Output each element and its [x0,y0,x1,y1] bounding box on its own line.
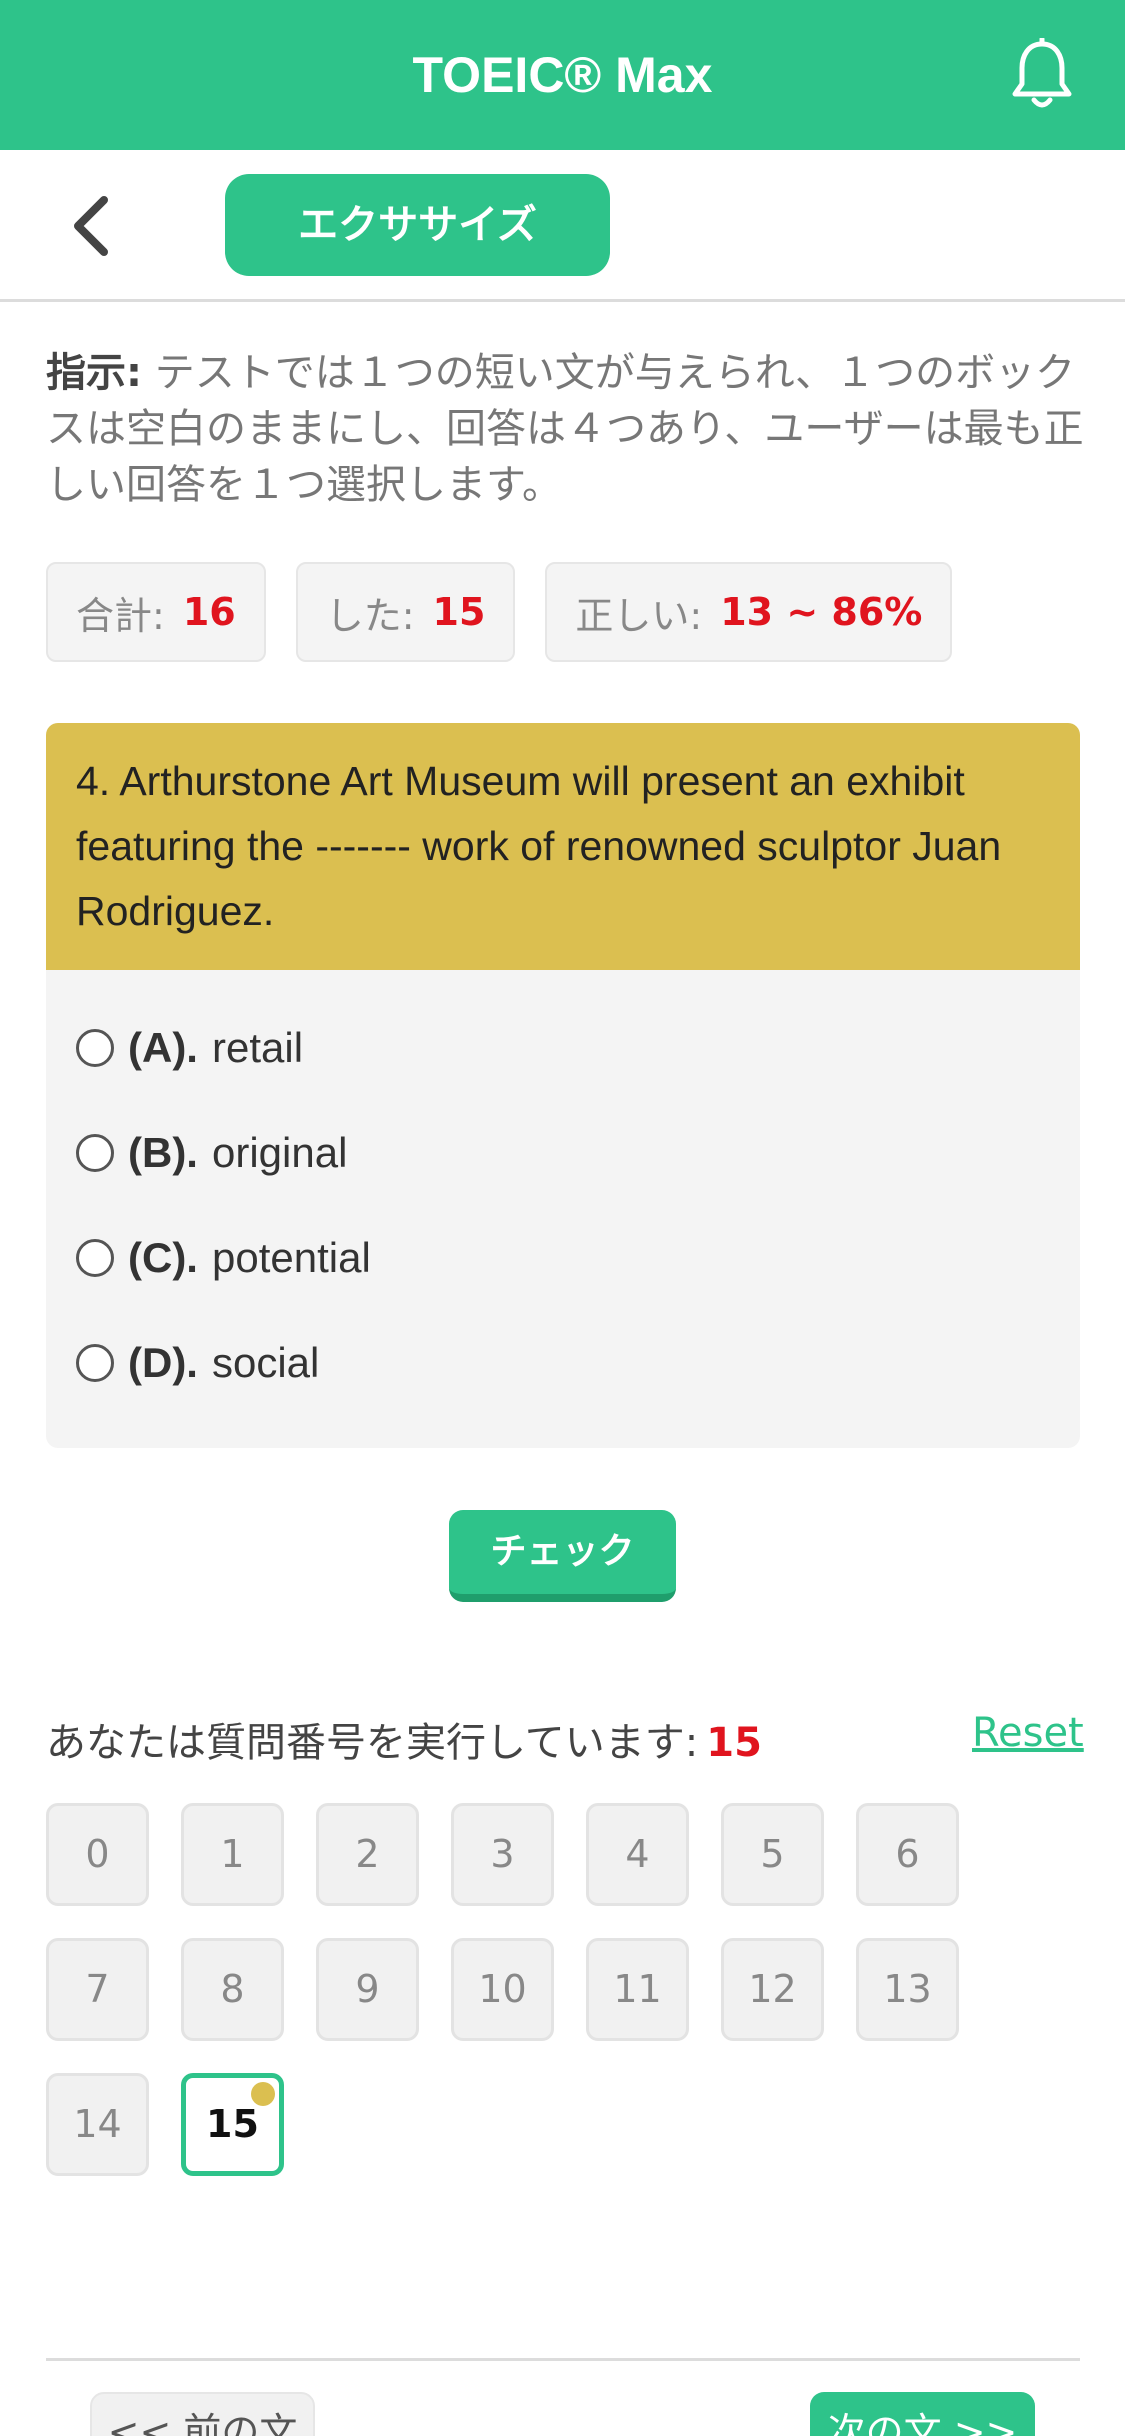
question-number-button[interactable]: 4 [586,1803,689,1906]
stat-correct-value: 13 ~ 86% [720,590,923,634]
question-number-button[interactable]: 9 [316,1938,419,2041]
radio-button[interactable] [76,1343,114,1382]
option-text: social [211,1338,320,1386]
option-key: (A). [128,1023,198,1071]
toolbar: エクササイズ [0,150,1125,302]
question-number-button[interactable]: 7 [46,1938,149,2041]
option-key: (D). [128,1338,198,1386]
question-number-button-active[interactable]: 15 [181,2073,284,2176]
question-number-button[interactable]: 5 [721,1803,824,1906]
instruction-text: 指示: テストでは１つの短い文が与えられ、１つのボックスは空白のままにし、回答は… [46,345,1086,513]
current-question-number: 15 [706,1720,762,1766]
question-text: 4. Arthurstone Art Museum will present a… [46,723,1080,970]
divider [46,2358,1080,2361]
stat-total-label: 合計: [76,593,165,638]
previous-button[interactable]: << 前の文 [90,2392,315,2436]
option-text: retail [211,1023,304,1071]
radio-button[interactable] [76,1133,114,1172]
stat-total: 合計: 16 [46,562,266,662]
stat-done-label: した: [325,593,415,638]
stat-total-value: 16 [182,590,236,634]
option-key: (B). [128,1128,198,1176]
question-number-button[interactable]: 0 [46,1803,149,1906]
progress-label: あなたは質問番号を実行しています: 15 [46,1710,762,1768]
option-text: potential [211,1233,371,1281]
app-title: TOEIC® Max [412,47,713,103]
instruction-label: 指示: [46,350,142,396]
question-number-button[interactable]: 8 [181,1938,284,2041]
check-button[interactable]: チェック [449,1510,676,1602]
stat-done-value: 15 [432,590,486,634]
question-number-button[interactable]: 6 [856,1803,959,1906]
question-card: 4. Arthurstone Art Museum will present a… [46,723,1080,1448]
stats-bar: 合計: 16 した: 15 正しい: 13 ~ 86% [46,562,953,662]
progress-text: あなたは質問番号を実行しています: [46,1720,699,1766]
current-marker-dot [251,2082,275,2106]
stat-correct: 正しい: 13 ~ 86% [545,562,953,662]
next-button[interactable]: 次の文 >> [810,2392,1035,2436]
question-number-button[interactable]: 11 [586,1938,689,2041]
instruction-body: テストでは１つの短い文が与えられ、１つのボックスは空白のままにし、回答は４つあり… [46,350,1084,508]
question-number-button[interactable]: 12 [721,1938,824,2041]
question-number-button[interactable]: 2 [316,1803,419,1906]
tab-exercise[interactable]: エクササイズ [225,174,610,276]
option-a[interactable]: (A). retail [46,995,1080,1100]
question-number-button[interactable]: 1 [181,1803,284,1906]
question-number-label: 15 [206,2102,259,2146]
radio-button[interactable] [76,1028,114,1067]
option-c[interactable]: (C). potential [46,1205,1080,1310]
question-number-button[interactable]: 3 [451,1803,554,1906]
answer-options: (A). retail (B). original (C). potential… [46,970,1080,1415]
app-header: TOEIC® Max [0,0,1125,150]
option-key: (C). [128,1233,198,1281]
question-number-button[interactable]: 14 [46,2073,149,2176]
radio-button[interactable] [76,1238,114,1277]
option-text: original [211,1128,348,1176]
stat-done: した: 15 [295,562,516,662]
option-b[interactable]: (B). original [46,1100,1080,1205]
question-number-button[interactable]: 13 [856,1938,959,2041]
bell-icon[interactable] [1010,38,1074,112]
chevron-left-icon[interactable] [60,190,124,262]
option-d[interactable]: (D). social [46,1310,1080,1415]
reset-link[interactable]: Reset [972,1710,1084,1756]
question-number-button[interactable]: 10 [451,1938,554,2041]
stat-correct-label: 正しい: [575,593,703,638]
